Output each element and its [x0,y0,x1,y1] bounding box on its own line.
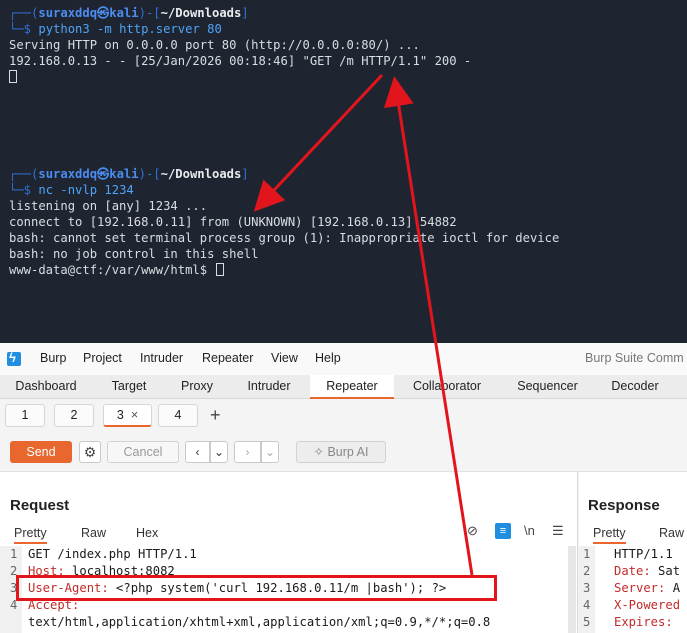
tab-raw[interactable]: Raw [659,526,684,540]
scrollbar[interactable] [568,546,576,633]
send-button[interactable]: Send [10,441,72,463]
line-number: 2 [583,564,591,578]
add-tab-button[interactable]: + [210,405,221,426]
main-tabs: Dashboard Target Proxy Intruder Repeater… [0,375,687,399]
tab-proxy[interactable]: Proxy [166,375,228,399]
tab-pretty[interactable]: Pretty [14,526,47,544]
command-line: └─$ python3 -m http.server 80 [9,22,222,36]
tab-dashboard[interactable]: Dashboard [0,375,92,399]
tab-decoder[interactable]: Decoder [595,375,675,399]
menu-bar: Burp Project Intruder Repeater View Help… [0,343,687,375]
tab-repeater[interactable]: Repeater [310,375,394,399]
terminal-output: bash: no job control in this shell [9,247,259,261]
tab-hex[interactable]: Hex [136,526,158,540]
request-panel: Request Pretty Raw Hex ⊘ ≡ \n ☰ 1 2 3 4 … [0,472,578,633]
repeater-tab-1[interactable]: 1 [5,404,45,427]
terminal-output: listening on [any] 1234 ... [9,199,208,213]
burp-logo-icon [7,350,21,366]
repeater-tab-3[interactable]: 3 × [103,404,152,427]
chevron-down-icon[interactable]: ⌄ [210,441,228,463]
cancel-button[interactable]: Cancel [107,441,179,463]
response-line: Expires: [614,615,673,629]
tab-collaborator[interactable]: Collaborator [394,375,500,399]
menu-intruder[interactable]: Intruder [140,351,183,365]
response-line: Date: Sat [614,564,681,578]
prompt-line: ┌──(suraxddq㉿kali)-[~/Downloads] [9,167,249,181]
tab-sequencer[interactable]: Sequencer [500,375,595,399]
line-number: 1 [10,547,18,561]
response-editor[interactable]: 1 2 3 4 5 HTTP/1.1 Date: Sat Server: A X… [579,546,687,633]
newline-icon[interactable]: \n [524,523,535,538]
tab-intruder[interactable]: Intruder [228,375,310,399]
menu-project[interactable]: Project [83,351,122,365]
menu-repeater[interactable]: Repeater [202,351,253,365]
menu-view[interactable]: View [271,351,298,365]
tab-target[interactable]: Target [92,375,166,399]
response-line: X-Powered [614,598,681,612]
line-number: 1 [583,547,591,561]
menu-burp[interactable]: Burp [40,351,66,365]
previous-request-button[interactable]: ‹ [185,441,210,463]
line-number: 4 [583,598,591,612]
line-number: 5 [583,615,591,629]
response-line: Server: A [614,581,681,595]
request-line: text/html,application/xhtml+xml,applicat… [28,615,491,629]
burp-ai-button[interactable]: ✧ Burp AI [296,441,386,463]
menu-help[interactable]: Help [315,351,341,365]
tab-raw[interactable]: Raw [81,526,106,540]
terminal-cursor [9,69,17,85]
next-request-button[interactable]: › [234,441,261,463]
highlight-box [16,575,497,601]
terminal-window: ┌──(suraxddq㉿kali)-[~/Downloads] └─$ pyt… [0,0,687,343]
menu-icon[interactable]: ☰ [552,523,564,539]
repeater-tab-2[interactable]: 2 [54,404,94,427]
command-line: └─$ nc -nvlp 1234 [9,183,134,197]
response-panel: Response Pretty Raw 1 2 3 4 5 HTTP/1.1 D… [579,472,687,633]
terminal-output: bash: cannot set terminal process group … [9,231,560,245]
sparkle-icon: ✧ [313,445,328,459]
wrap-icon[interactable]: ≡ [495,523,511,539]
repeater-tabs: 1 2 3 × 4 + [0,399,687,431]
terminal-output: Serving HTTP on 0.0.0.0 port 80 (http://… [9,38,420,52]
request-title: Request [10,497,70,514]
response-title: Response [588,497,660,514]
terminal-output: 192.168.0.13 - - [25/Jan/2026 00:18:46] … [9,54,472,68]
shell-prompt[interactable]: www-data@ctf:/var/www/html$ [9,262,225,278]
chevron-down-icon[interactable]: ⌄ [261,441,279,463]
tab-pretty[interactable]: Pretty [593,526,626,544]
gear-icon[interactable]: ⚙ [79,441,101,463]
response-line: HTTP/1.1 [614,547,673,561]
close-icon[interactable]: × [131,408,138,422]
repeater-tab-4[interactable]: 4 [158,404,198,427]
line-number: 3 [583,581,591,595]
prompt-line: ┌──(suraxddq㉿kali)-[~/Downloads] [9,6,249,20]
terminal-output: connect to [192.168.0.11] from (UNKNOWN)… [9,215,457,229]
request-line: GET /index.php HTTP/1.1 [28,547,197,561]
app-title: Burp Suite Comm [585,351,684,365]
repeater-toolbar: Send ⚙ Cancel ‹ ⌄ › ⌄ ✧ Burp AI [0,436,687,466]
eye-slash-icon[interactable]: ⊘ [467,523,478,539]
